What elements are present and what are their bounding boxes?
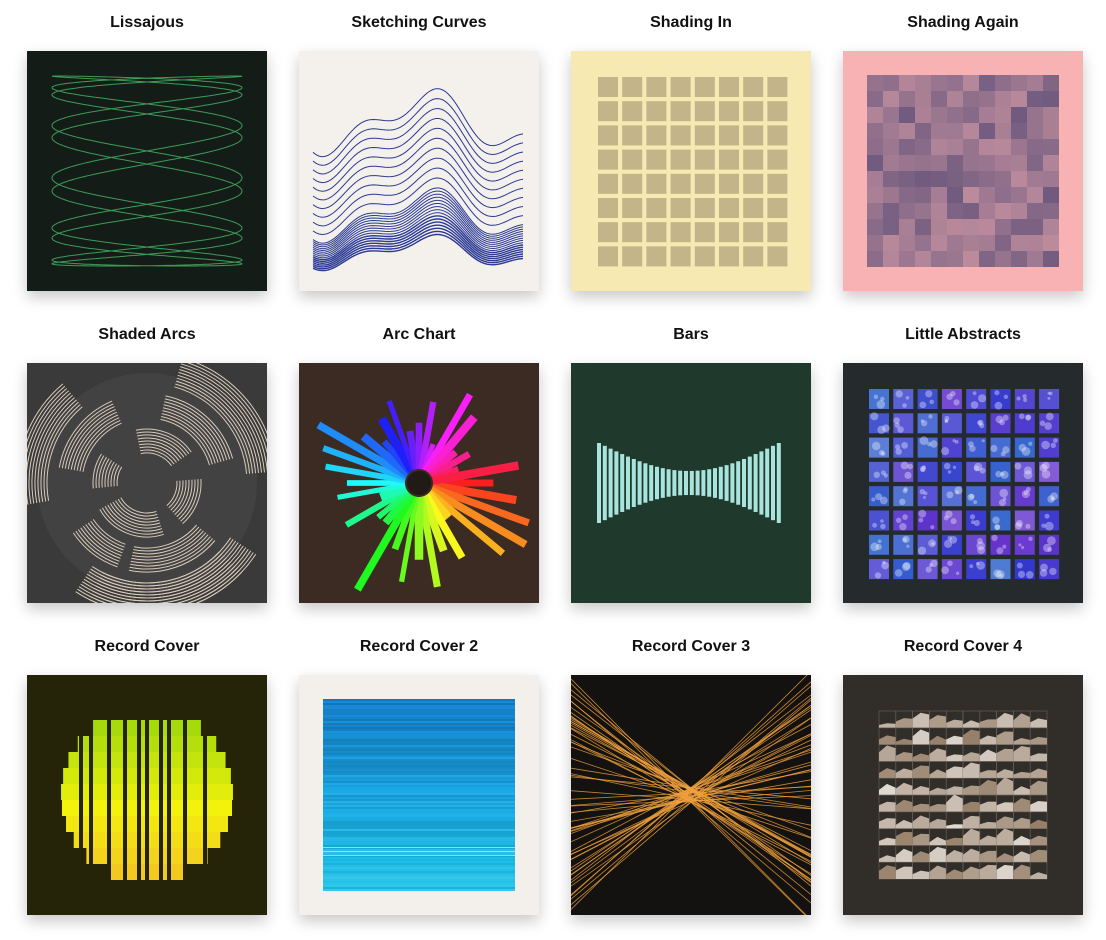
record-cover-artwork bbox=[27, 675, 267, 915]
item-title: Lissajous bbox=[110, 14, 184, 31]
item-title: Shading In bbox=[650, 14, 732, 31]
artwork-thumbnail[interactable] bbox=[299, 51, 539, 291]
item-title: Arc Chart bbox=[382, 326, 456, 343]
record-cover-4-artwork bbox=[843, 675, 1083, 915]
item-title: Bars bbox=[673, 326, 709, 343]
item-title: Shading Again bbox=[907, 14, 1019, 31]
shading-grid-artwork bbox=[571, 51, 811, 291]
artwork-thumbnail[interactable] bbox=[299, 363, 539, 603]
item-title: Record Cover bbox=[94, 638, 200, 655]
item-title: Sketching Curves bbox=[351, 14, 487, 31]
arc-chart-artwork bbox=[299, 363, 539, 603]
artwork-thumbnail[interactable] bbox=[299, 675, 539, 915]
item-title: Record Cover 3 bbox=[631, 638, 751, 655]
artwork-thumbnail[interactable] bbox=[27, 675, 267, 915]
artwork-thumbnail[interactable] bbox=[571, 675, 811, 915]
artwork-thumbnail[interactable] bbox=[843, 675, 1083, 915]
artwork-thumbnail[interactable] bbox=[843, 51, 1083, 291]
shading-again-artwork bbox=[843, 51, 1083, 291]
bars-artwork bbox=[571, 363, 811, 603]
item-title: Record Cover 4 bbox=[903, 638, 1023, 655]
artwork-thumbnail[interactable] bbox=[27, 363, 267, 603]
artwork-thumbnail[interactable] bbox=[843, 363, 1083, 603]
lissajous-artwork bbox=[27, 51, 267, 291]
curves-artwork bbox=[299, 51, 539, 291]
item-title: Shaded Arcs bbox=[98, 326, 196, 343]
abstracts-artwork bbox=[843, 363, 1083, 603]
artwork-thumbnail[interactable] bbox=[27, 51, 267, 291]
artwork-thumbnail[interactable] bbox=[571, 363, 811, 603]
record-cover-2-artwork bbox=[299, 675, 539, 915]
item-title: Record Cover 2 bbox=[359, 638, 479, 655]
item-title: Little Abstracts bbox=[905, 326, 1021, 343]
arcs-artwork bbox=[27, 363, 267, 603]
artwork-thumbnail[interactable] bbox=[571, 51, 811, 291]
record-cover-3-artwork bbox=[571, 675, 811, 915]
